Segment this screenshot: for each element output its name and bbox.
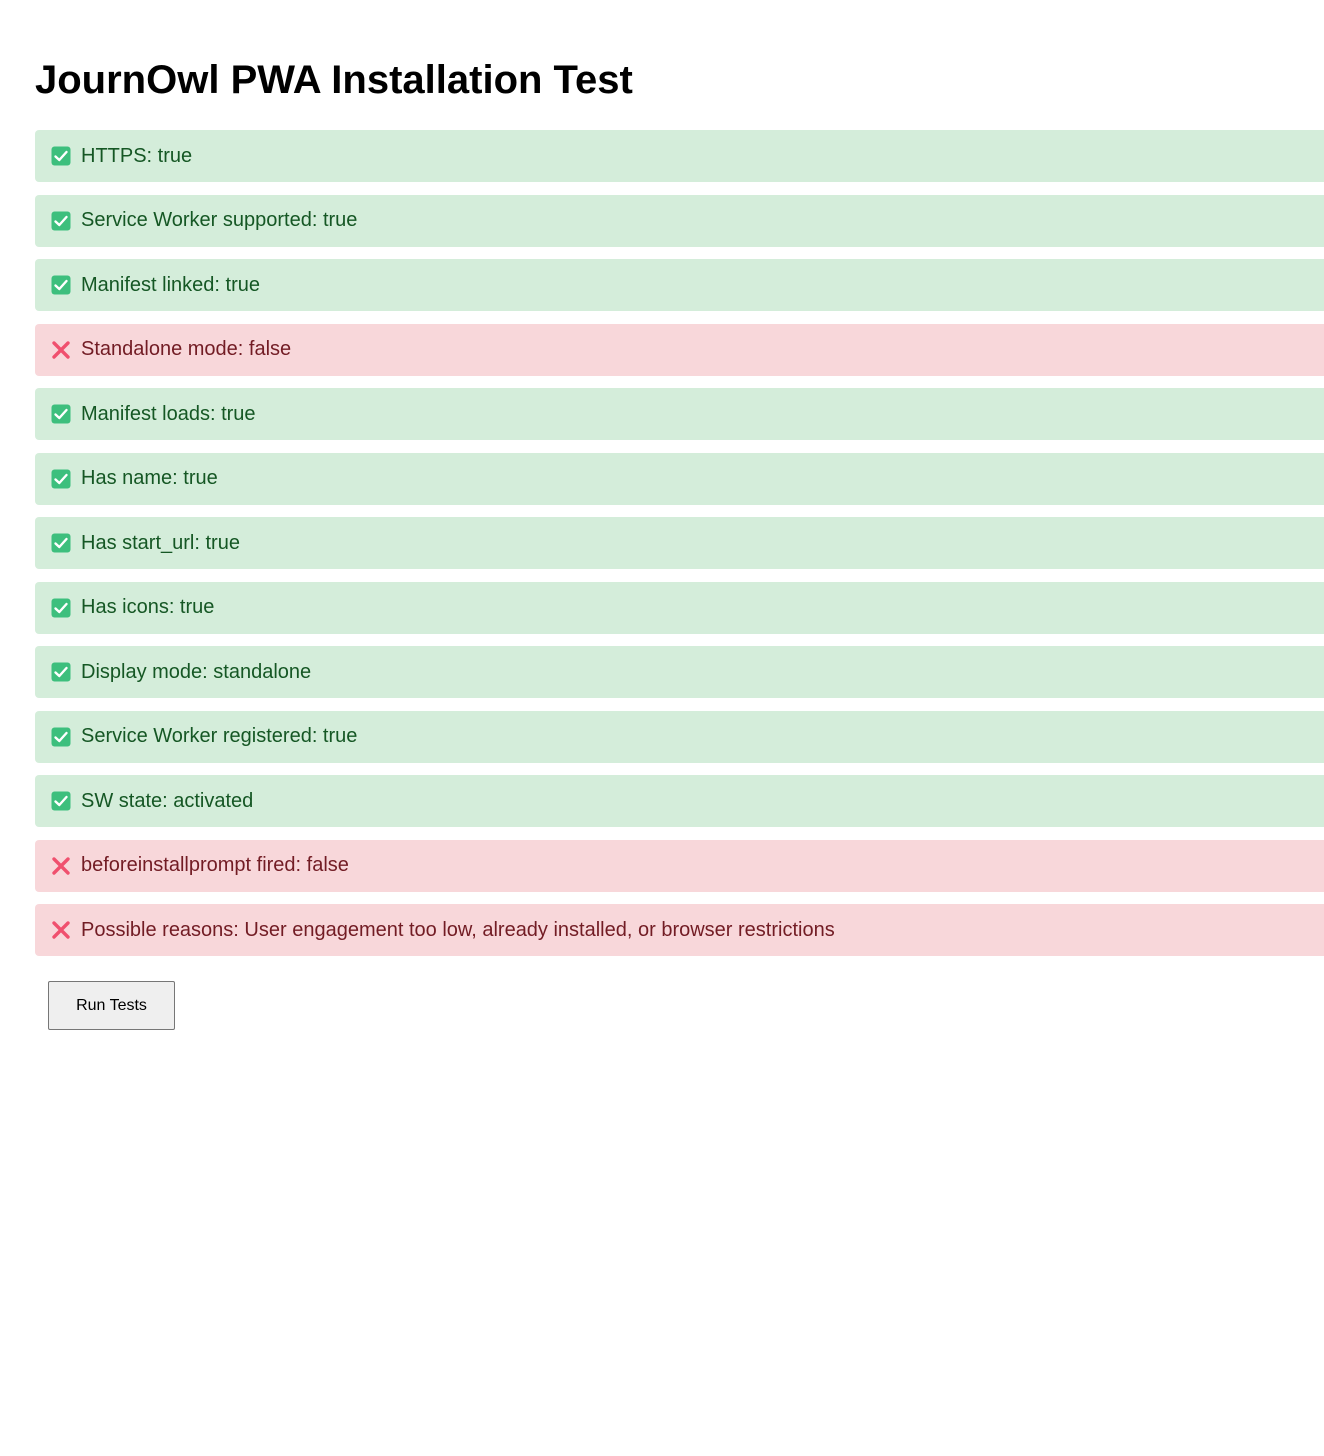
result-row: Has name: true bbox=[35, 452, 1324, 505]
result-row: Display mode: standalone bbox=[35, 646, 1324, 698]
result-text: Service Worker supported: true bbox=[81, 209, 358, 231]
result-text: Standalone mode: false bbox=[81, 338, 292, 360]
result-row: SW state: activated bbox=[35, 775, 1324, 827]
result-text: Display mode: standalone bbox=[81, 660, 312, 683]
result-row: Possible reasons: User engagement too lo… bbox=[35, 904, 1324, 956]
result-text: Manifest linked: true bbox=[81, 273, 260, 296]
result-row: Has start_url: true bbox=[35, 517, 1324, 569]
result-text: Possible reasons: User engagement too lo… bbox=[81, 918, 835, 941]
result-text: Manifest loads: true bbox=[81, 402, 256, 425]
result-text: HTTPS: true bbox=[81, 144, 193, 167]
check-box-icon bbox=[51, 275, 71, 295]
check-box-icon bbox=[51, 533, 71, 553]
result-row: Has icons: true bbox=[35, 581, 1324, 634]
cross-mark-icon bbox=[51, 340, 71, 360]
result-text: beforeinstallprompt fired: false bbox=[81, 854, 349, 876]
result-text: Has start_url: true bbox=[81, 531, 240, 554]
result-row: Standalone mode: false bbox=[35, 323, 1324, 376]
check-box-icon bbox=[51, 146, 71, 166]
result-row: Service Worker registered: true bbox=[35, 710, 1324, 763]
page-title: JournOwl PWA Installation Test bbox=[35, 58, 633, 102]
result-text: Service Worker registered: true bbox=[81, 725, 358, 747]
check-box-icon bbox=[51, 727, 71, 747]
result-text: Has icons: true bbox=[81, 596, 215, 618]
result-row: Service Worker supported: true bbox=[35, 194, 1324, 247]
result-row: Manifest loads: true bbox=[35, 388, 1324, 440]
check-box-icon bbox=[51, 211, 71, 231]
check-box-icon bbox=[51, 469, 71, 489]
result-text: SW state: activated bbox=[81, 789, 254, 812]
check-box-icon bbox=[51, 662, 71, 682]
results-list: HTTPS: true Service Worker supported: tru… bbox=[35, 130, 1324, 969]
cross-mark-icon bbox=[51, 920, 71, 940]
result-row: HTTPS: true bbox=[35, 130, 1324, 182]
run-tests-button[interactable]: Run Tests bbox=[48, 981, 175, 1030]
check-box-icon bbox=[51, 598, 71, 618]
result-row: Manifest linked: true bbox=[35, 259, 1324, 311]
result-row: beforeinstallprompt fired: false bbox=[35, 839, 1324, 892]
check-box-icon bbox=[51, 404, 71, 424]
check-box-icon bbox=[51, 791, 71, 811]
cross-mark-icon bbox=[51, 856, 71, 876]
result-text: Has name: true bbox=[81, 467, 218, 489]
